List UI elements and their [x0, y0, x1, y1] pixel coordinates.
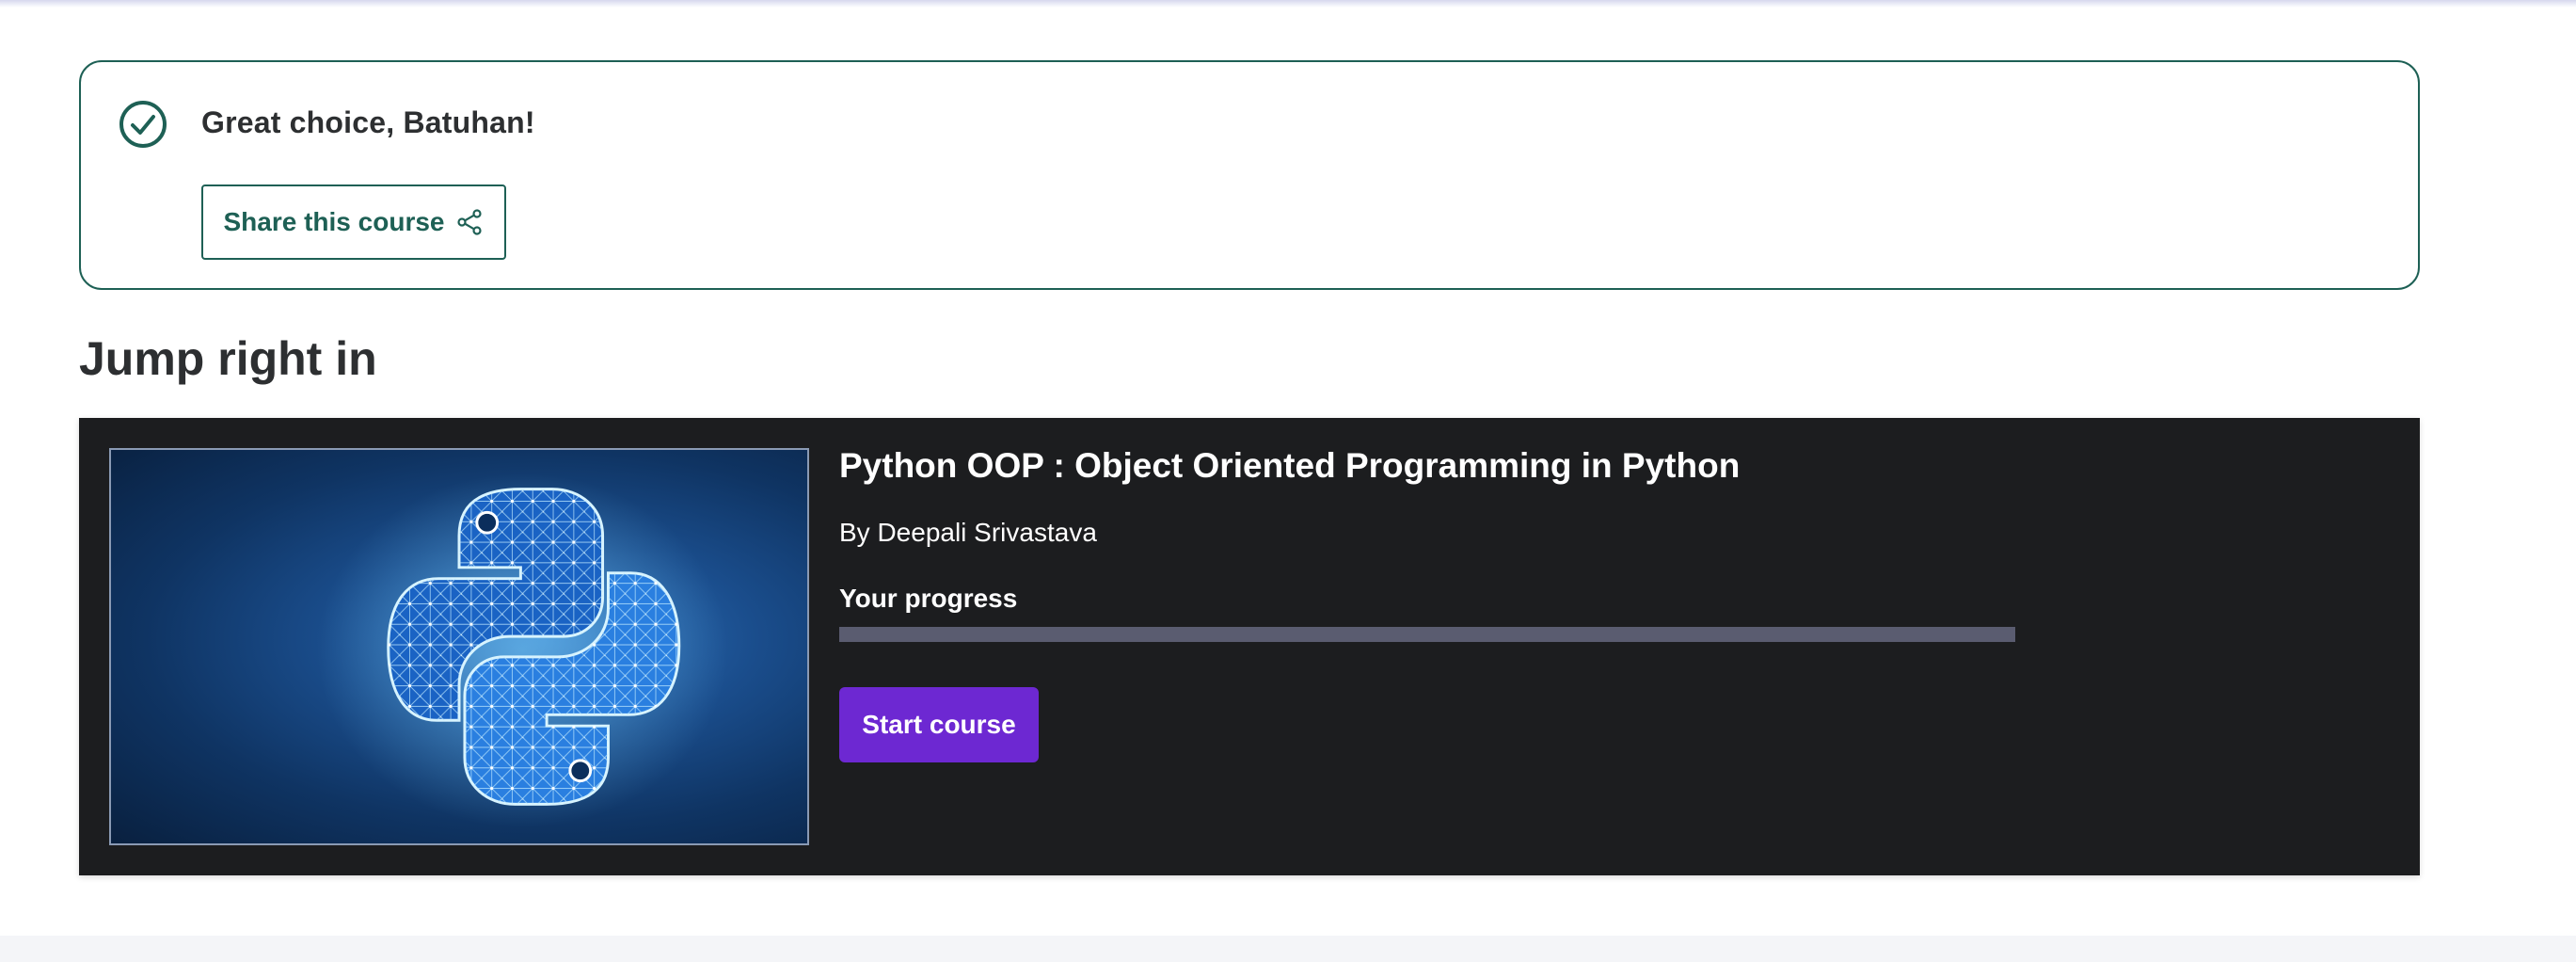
start-course-button[interactable]: Start course: [839, 687, 1039, 762]
page-footer-band: [0, 936, 2576, 962]
python-logo-icon: [317, 473, 728, 828]
share-button-label: Share this course: [223, 207, 445, 236]
share-icon: [457, 209, 483, 235]
progress-label: Your progress: [839, 584, 1018, 613]
section-title: Jump right in: [79, 332, 377, 385]
share-course-button[interactable]: Share this course: [201, 184, 506, 260]
page: Great choice, Batuhan! Share this course…: [0, 0, 2576, 962]
course-card: Python OOP : Object Oriented Programming…: [79, 418, 2420, 875]
header-shadow: [0, 0, 2576, 8]
check-circle-icon: [119, 101, 167, 148]
progress-bar: [839, 627, 2015, 642]
success-banner: Great choice, Batuhan! Share this course: [79, 60, 2420, 290]
success-message: Great choice, Batuhan!: [201, 105, 535, 139]
course-title[interactable]: Python OOP : Object Oriented Programming…: [839, 446, 1740, 486]
course-author: By Deepali Srivastava: [839, 518, 1097, 547]
course-thumbnail[interactable]: [109, 448, 809, 845]
